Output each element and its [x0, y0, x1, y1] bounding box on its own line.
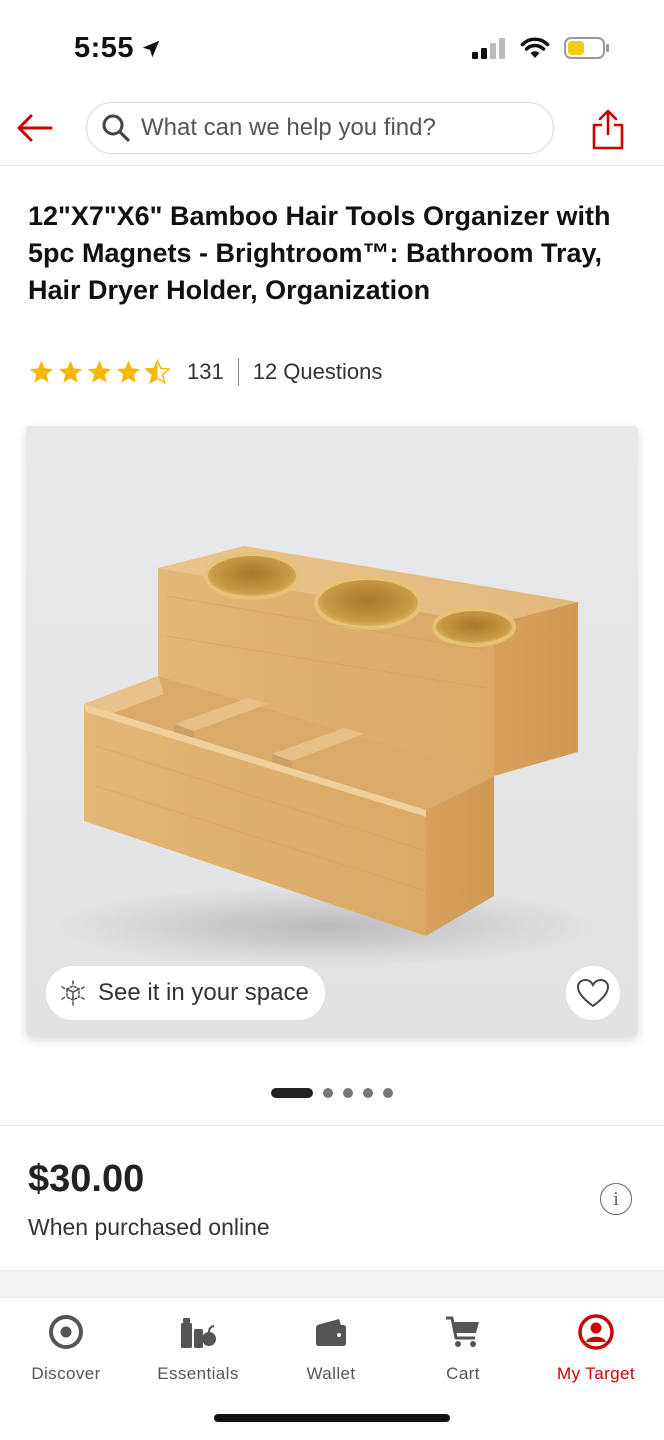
- essentials-icon: [181, 1318, 216, 1348]
- star-full-icon: [116, 360, 141, 383]
- star-rating: [28, 359, 171, 385]
- nav-cart[interactable]: Cart: [403, 1312, 523, 1384]
- carousel-dot[interactable]: [383, 1088, 393, 1098]
- star-half-icon: [144, 359, 171, 385]
- product-title: 12"X7"X6" Bamboo Hair Tools Organizer wi…: [28, 201, 611, 305]
- nav-label: Wallet: [306, 1364, 356, 1383]
- top-header: [0, 96, 664, 166]
- nav-wallet[interactable]: Wallet: [271, 1312, 391, 1384]
- review-count[interactable]: 131: [187, 359, 224, 385]
- share-button[interactable]: [588, 106, 628, 152]
- arrow-left-icon: [17, 114, 53, 142]
- nav-label: Essentials: [157, 1364, 239, 1383]
- home-indicator[interactable]: [214, 1414, 450, 1422]
- nav-my-target[interactable]: My Target: [536, 1312, 656, 1384]
- share-icon: [592, 109, 624, 150]
- favorite-button[interactable]: [566, 966, 620, 1020]
- see-in-space-button[interactable]: See it in your space: [46, 966, 325, 1020]
- cart-icon: [446, 1316, 479, 1347]
- carousel-dot[interactable]: [363, 1088, 373, 1098]
- info-icon: i: [613, 1188, 619, 1210]
- product-price: $30.00: [28, 1158, 145, 1200]
- nav-label: My Target: [557, 1364, 635, 1383]
- section-spacer: [0, 1270, 664, 1298]
- status-icons: [472, 36, 610, 60]
- search-input[interactable]: [141, 114, 541, 142]
- info-button[interactable]: i: [600, 1183, 632, 1215]
- back-button[interactable]: [12, 108, 56, 148]
- product-image: [56, 546, 596, 966]
- nav-discover[interactable]: Discover: [6, 1312, 126, 1384]
- user-circle-icon: [578, 1314, 614, 1350]
- rating-row[interactable]: 131 12 Questions: [28, 358, 382, 386]
- nav-label: Discover: [31, 1364, 101, 1383]
- battery-icon: [564, 37, 609, 59]
- price-note: When purchased online: [28, 1214, 270, 1240]
- rating-divider: [237, 358, 239, 386]
- search-bar[interactable]: [86, 102, 554, 154]
- carousel-dot[interactable]: [323, 1088, 333, 1098]
- location-arrow-icon: [142, 40, 160, 57]
- clock-text: 5:55: [74, 32, 135, 64]
- wifi-icon: [520, 37, 550, 58]
- nav-label: Cart: [446, 1364, 480, 1383]
- carousel-dot[interactable]: [343, 1088, 353, 1098]
- heart-icon: [576, 978, 610, 1008]
- status-time: 5:55: [74, 32, 162, 65]
- nav-essentials[interactable]: Essentials: [138, 1312, 258, 1384]
- see-in-space-label: See it in your space: [98, 979, 309, 1006]
- target-icon: [49, 1315, 83, 1349]
- star-full-icon: [29, 360, 54, 383]
- status-bar: 5:55: [0, 0, 664, 96]
- bottom-nav: Discover Essentials Wallet Cart My Targe…: [0, 1298, 664, 1440]
- star-full-icon: [58, 360, 83, 383]
- section-divider: [0, 1125, 664, 1126]
- star-full-icon: [87, 360, 112, 383]
- search-icon: [102, 114, 130, 142]
- ar-cube-icon: [61, 980, 85, 1006]
- wallet-icon: [316, 1319, 346, 1346]
- product-image-carousel[interactable]: See it in your space: [26, 426, 638, 1036]
- carousel-dot-active[interactable]: [271, 1088, 313, 1098]
- cellular-signal-icon: [472, 38, 505, 59]
- carousel-indicator: [0, 1088, 664, 1098]
- questions-link[interactable]: 12 Questions: [253, 359, 383, 385]
